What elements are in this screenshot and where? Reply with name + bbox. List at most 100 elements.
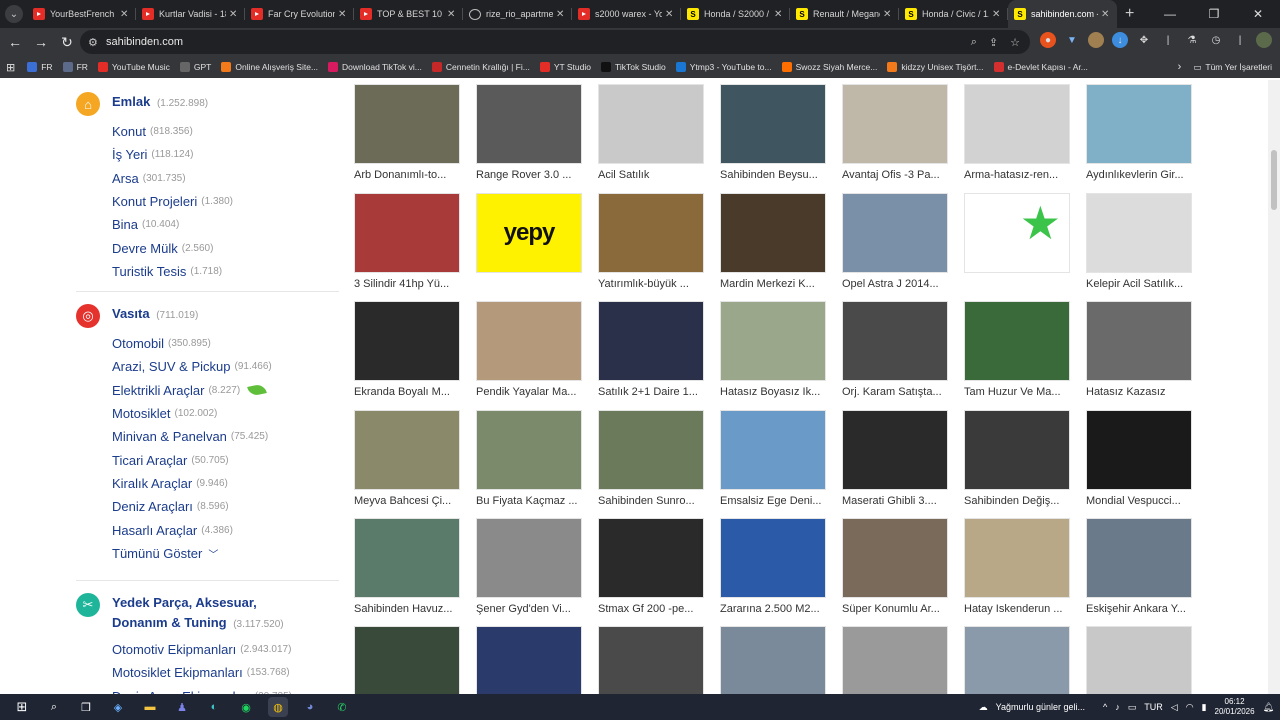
listing-thumbnail[interactable]: [598, 301, 704, 381]
listing-card[interactable]: [476, 626, 582, 694]
browser-tab[interactable]: YourBestFrench - 18✕: [27, 0, 136, 28]
bookmark-item[interactable]: TikTok Studio: [600, 62, 666, 72]
tab-title[interactable]: rize_rio_apartmen: [486, 9, 553, 19]
subcategory-label[interactable]: Arazi, SUV & Pickup: [112, 359, 231, 374]
scrollbar-thumb[interactable]: [1271, 150, 1277, 210]
listing-thumbnail[interactable]: [354, 518, 460, 598]
subcategory-label[interactable]: Otomotiv Ekipmanları: [112, 642, 236, 657]
bookmark-item[interactable]: GPT: [179, 62, 211, 72]
network-icon[interactable]: ▭: [1128, 702, 1137, 713]
listing-card[interactable]: 3 Silindir 41hp Yü...: [354, 193, 460, 297]
listing-card[interactable]: Sahibinden Değiş...: [964, 410, 1070, 514]
listing-thumbnail[interactable]: [842, 301, 948, 381]
subcategory-link[interactable]: Kiralık Araçlar (9.946): [112, 472, 342, 495]
browser-tab[interactable]: S Honda / S2000 / 2 ✕: [681, 0, 790, 28]
listing-title[interactable]: Orj. Karam Satışta...: [842, 385, 948, 399]
listing-card[interactable]: Hatasız Kazasız: [1086, 301, 1192, 405]
subcategory-label[interactable]: Kiralık Araçlar: [112, 476, 192, 491]
listing-title[interactable]: Ekranda Boyalı M...: [354, 385, 460, 399]
subcategory-label[interactable]: Motosiklet Ekipmanları: [112, 665, 243, 680]
category-yedek-title[interactable]: Yedek Parça, Aksesuar, Donanım & Tuning …: [112, 593, 312, 635]
brave-extension-icon[interactable]: ●: [1040, 32, 1056, 48]
category-emlak-title[interactable]: Emlak (1.252.898): [112, 92, 208, 114]
bookmark-item[interactable]: Swozz Siyah Merce...: [781, 62, 877, 72]
listing-card[interactable]: [1086, 626, 1192, 694]
bookmark-item[interactable]: FR: [27, 62, 53, 72]
tab-title[interactable]: Honda / S2000 / 2: [704, 9, 771, 19]
bookmark-label[interactable]: e-Devlet Kapısı - Ar...: [1008, 62, 1088, 72]
listing-title[interactable]: Sahibinden Değiş...: [964, 494, 1070, 508]
subcategory-link[interactable]: Motosiklet Ekipmanları (153.768): [112, 661, 342, 684]
subcategory-link[interactable]: İş Yeri (118.124): [112, 143, 342, 166]
show-all-item[interactable]: Tümünü Göster ﹀: [112, 542, 342, 565]
listing-title[interactable]: Sahibinden Havuz...: [354, 602, 460, 616]
page-scrollbar[interactable]: [1268, 80, 1280, 694]
listing-thumbnail[interactable]: [476, 410, 582, 490]
chrome-icon[interactable]: ◍: [268, 697, 288, 717]
battery-icon[interactable]: ▮: [1202, 702, 1207, 713]
listing-card[interactable]: Mardin Merkezi K...: [720, 193, 826, 297]
bookmark-star-icon[interactable]: ☆: [1010, 36, 1020, 49]
bookmark-label[interactable]: FR: [77, 62, 88, 72]
back-icon[interactable]: ←: [2, 29, 28, 55]
show-all-link[interactable]: Tümünü Göster ﹀: [112, 542, 342, 565]
listing-card[interactable]: Şener Gyd'den Vi...: [476, 518, 582, 622]
listing-title[interactable]: Pendik Yayalar Ma...: [476, 385, 582, 399]
listing-card[interactable]: Hatay Iskenderun ...: [964, 518, 1070, 622]
bookmark-item[interactable]: YouTube Music: [97, 62, 170, 72]
listing-card[interactable]: Aydınlıkevlerin Gir...: [1086, 84, 1192, 188]
history-icon[interactable]: ◷: [1208, 32, 1224, 48]
subcategory-link[interactable]: Otomotiv Ekipmanları (2.943.017): [112, 638, 342, 661]
listing-title[interactable]: Yatırımlık-büyük ...: [598, 277, 704, 291]
bookmark-label[interactable]: Online Alışveriş Site...: [235, 62, 318, 72]
listing-thumbnail[interactable]: [476, 84, 582, 164]
listing-title[interactable]: Emsalsiz Ege Deni...: [720, 494, 826, 508]
bookmark-item[interactable]: FR: [62, 62, 88, 72]
category-vasita-head[interactable]: ◎ Vasıta (711.019): [76, 304, 342, 328]
bookmark-label[interactable]: YT Studio: [554, 62, 591, 72]
listing-thumbnail[interactable]: [720, 626, 826, 694]
listing-title[interactable]: [964, 277, 1070, 291]
listing-title[interactable]: Hatay Iskenderun ...: [964, 602, 1070, 616]
listing-thumbnail[interactable]: [842, 84, 948, 164]
bookmark-item[interactable]: Download TikTok vi...: [328, 62, 422, 72]
wifi-icon[interactable]: ◠: [1186, 702, 1194, 713]
listing-title[interactable]: Kelepir Acil Satılık...: [1086, 277, 1192, 291]
language-indicator[interactable]: TUR: [1144, 702, 1163, 712]
close-tab-icon[interactable]: ✕: [1101, 9, 1111, 20]
notification-bell-icon[interactable]: 🔔︎: [1263, 702, 1274, 713]
listing-title[interactable]: Hatasız Kazasız: [1086, 385, 1192, 399]
listing-card[interactable]: Opel Astra J 2014...: [842, 193, 948, 297]
tab-title[interactable]: Renault / Megane: [813, 9, 880, 19]
listing-card[interactable]: Zararına 2.500 M2...: [720, 518, 826, 622]
close-tab-icon[interactable]: ✕: [556, 9, 566, 20]
browser-tab[interactable]: TOP & BEST 10 Sl✕: [354, 0, 463, 28]
listing-thumbnail[interactable]: [1086, 301, 1192, 381]
close-tab-icon[interactable]: ✕: [447, 9, 457, 20]
app-blue-icon[interactable]: ◈: [108, 697, 128, 717]
bookmark-label[interactable]: kidzzy Unisex Tişört...: [901, 62, 983, 72]
listing-card[interactable]: [842, 626, 948, 694]
tab-title[interactable]: s2000 warex - You: [595, 9, 662, 19]
tab-title[interactable]: YourBestFrench - 18: [50, 9, 117, 19]
listing-thumbnail[interactable]: [598, 518, 704, 598]
bookmark-item[interactable]: YT Studio: [539, 62, 591, 72]
listing-title[interactable]: Mondial Vespucci...: [1086, 494, 1192, 508]
subcategory-link[interactable]: Deniz Araçları (8.596): [112, 495, 342, 518]
listing-thumbnail[interactable]: [354, 84, 460, 164]
bookmark-label[interactable]: GPT: [194, 62, 211, 72]
subcategory-label[interactable]: Elektrikli Araçlar: [112, 383, 204, 398]
subcategory-label[interactable]: Devre Mülk: [112, 241, 178, 256]
listing-title[interactable]: Avantaj Ofis -3 Pa...: [842, 168, 948, 182]
listing-title[interactable]: 3 Silindir 41hp Yü...: [354, 277, 460, 291]
category-emlak-label[interactable]: Emlak: [112, 94, 150, 109]
tab-title[interactable]: Kurtlar Vadisi - 18: [159, 9, 226, 19]
new-tab-icon[interactable]: +: [1125, 5, 1134, 23]
listing-thumbnail[interactable]: [842, 518, 948, 598]
listing-thumbnail[interactable]: [476, 626, 582, 694]
browser-tab[interactable]: Kurtlar Vadisi - 18 ✕: [136, 0, 245, 28]
listing-thumbnail[interactable]: [1086, 193, 1192, 273]
subcategory-label[interactable]: Deniz Araçları: [112, 499, 193, 514]
listing-thumbnail[interactable]: [720, 84, 826, 164]
category-vasita-title[interactable]: Vasıta (711.019): [112, 304, 198, 326]
